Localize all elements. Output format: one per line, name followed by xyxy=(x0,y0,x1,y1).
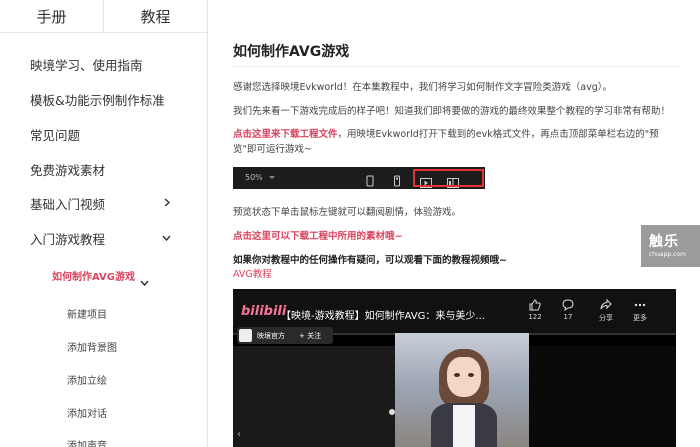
sidebar-sub-active-avg[interactable]: 如何制作AVG游戏 xyxy=(52,268,135,283)
sidebar-item-template-standard[interactable]: 模板&功能示例制作标准 xyxy=(30,90,165,109)
sidebar-item-intro-tutorials[interactable]: 入门游戏教程 xyxy=(30,229,105,248)
sidebar-item-label: 基础入门视频 xyxy=(30,197,106,212)
video-hint: 如果你对教程中的任何操作有疑问，可以观看下面的教程视频哦~ xyxy=(233,255,507,266)
video-title[interactable]: 【映境-游戏教程】如何制作AVG：来与美少... xyxy=(281,307,485,322)
comment-stat[interactable]: 17 xyxy=(556,299,580,321)
sidebar-item-label: 入门游戏教程 xyxy=(30,232,106,247)
phone-portrait-icon xyxy=(366,172,374,191)
share-button[interactable]: 分享 xyxy=(593,298,619,323)
character-eye-left xyxy=(454,373,460,377)
chevron-right-icon[interactable] xyxy=(164,198,171,207)
preview-highlight-box xyxy=(413,169,484,187)
chevron-down-icon[interactable] xyxy=(162,235,171,242)
cursor-dot xyxy=(389,409,395,415)
more-icon xyxy=(634,303,646,307)
more-button[interactable]: 更多 xyxy=(628,299,652,323)
sidebar-item-label: 免费游戏素材 xyxy=(30,163,106,178)
sidebar-tabs: 手册 教程 xyxy=(0,0,207,33)
comment-icon xyxy=(562,299,574,312)
thumbs-up-icon xyxy=(529,299,541,311)
character-face xyxy=(447,357,481,397)
chuapp-watermark: 触乐 chuapp.com xyxy=(641,225,700,267)
chevron-left-icon[interactable]: ‹ xyxy=(237,429,241,440)
video-player[interactable]: bilibili 【映境-游戏教程】如何制作AVG：来与美少... 122 17… xyxy=(233,289,676,447)
sidebar-item-basic-videos[interactable]: 基础入门视频 xyxy=(30,194,200,213)
zoom-caret-icon xyxy=(269,176,275,179)
title-divider xyxy=(233,66,679,67)
sidebar-sub-new-project[interactable]: 新建项目 xyxy=(67,306,107,321)
sidebar-item-guide[interactable]: 映境学习、使用指南 xyxy=(30,55,143,74)
share-label: 分享 xyxy=(599,314,613,322)
sidebar-sub-add-sprite[interactable]: 添加立绘 xyxy=(67,372,107,387)
follow-button[interactable]: + 关注 xyxy=(299,331,321,341)
watermark-domain: chuapp.com xyxy=(649,251,686,258)
tab-tutorial[interactable]: 教程 xyxy=(104,0,207,32)
sidebar-item-label: 常见问题 xyxy=(30,128,81,143)
sidebar-sub-add-dialogue[interactable]: 添加对话 xyxy=(67,405,107,420)
intro-paragraph: 感谢您选择映境Evkworld！在本集教程中，我们将学习如何制作文字冒险类游戏（… xyxy=(233,82,613,93)
comment-count: 17 xyxy=(563,313,573,321)
channel-avatar xyxy=(239,329,252,342)
preview-instruction: 预览状态下单击鼠标左键就可以翻阅剧情，体验游戏。 xyxy=(233,207,462,218)
character-shirt xyxy=(453,405,475,447)
download-project-link[interactable]: 点击这里来下载工程文件 xyxy=(233,129,338,140)
like-count: 122 xyxy=(528,313,542,321)
channel-name: 映境官方 xyxy=(257,332,285,340)
sidebar-item-faq[interactable]: 常见问题 xyxy=(30,125,80,144)
phone-small-icon xyxy=(393,172,401,191)
bilibili-logo: bilibili xyxy=(241,304,287,319)
app: 手册 教程 映境学习、使用指南 模板&功能示例制作标准 常见问题 免费游戏素材 … xyxy=(0,0,700,447)
more-label: 更多 xyxy=(633,314,647,322)
channel-badge[interactable]: 映境官方 + 关注 xyxy=(237,327,333,344)
video-scene xyxy=(395,333,529,447)
avg-tutorial-link[interactable]: AVG教程 xyxy=(233,266,272,280)
chevron-down-icon[interactable] xyxy=(140,272,149,291)
download-paragraph: 点击这里来下载工程文件，用映境Evkworld打开下载到的evk格式文件，再点击… xyxy=(233,127,678,157)
share-icon xyxy=(600,298,612,310)
sidebar: 手册 教程 映境学习、使用指南 模板&功能示例制作标准 常见问题 免费游戏素材 … xyxy=(0,0,208,447)
sidebar-item-free-assets[interactable]: 免费游戏素材 xyxy=(30,160,105,179)
page-title: 如何制作AVG游戏 xyxy=(233,44,350,60)
download-assets-link[interactable]: 点击这里可以下载工程中所用的素材哦~ xyxy=(233,228,402,242)
preview-paragraph: 我们先来看一下游戏完成后的样子吧！知道我们即将要做的游戏的最终效果整个教程的学习… xyxy=(233,106,671,117)
watermark-name: 触乐 xyxy=(649,234,679,250)
sidebar-item-label: 模板&功能示例制作标准 xyxy=(30,93,165,108)
sidebar-sub-add-sound[interactable]: 添加声音 xyxy=(67,437,107,447)
zoom-level: 50% xyxy=(245,173,263,182)
sidebar-item-label: 映境学习、使用指南 xyxy=(30,58,143,73)
character-eye-right xyxy=(468,373,474,377)
video-right-panel xyxy=(529,346,676,447)
like-stat[interactable]: 122 xyxy=(523,299,547,321)
main-content: 如何制作AVG游戏 感谢您选择映境Evkworld！在本集教程中，我们将学习如何… xyxy=(208,0,700,447)
toolbar-screenshot: 50% xyxy=(233,167,485,189)
video-left-panel xyxy=(233,346,395,447)
tab-manual[interactable]: 手册 xyxy=(0,0,104,32)
sidebar-sub-add-background[interactable]: 添加背景图 xyxy=(67,339,117,354)
